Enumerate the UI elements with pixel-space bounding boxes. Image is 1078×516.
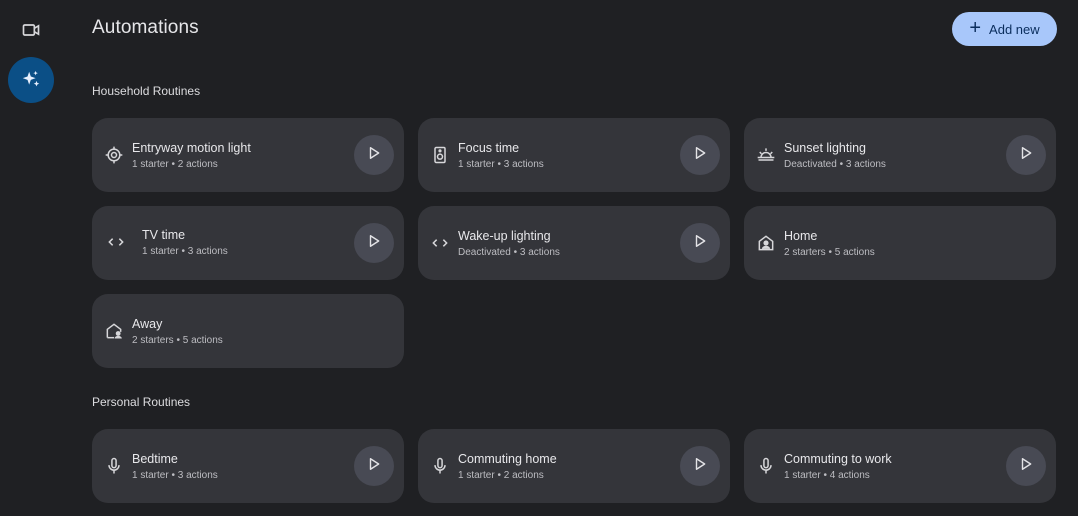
routine-card-away[interactable]: Away 2 starters • 5 actions bbox=[92, 294, 404, 368]
nav-rail bbox=[0, 0, 62, 516]
page-title: Automations bbox=[92, 17, 199, 38]
routine-card-focus-time[interactable]: Focus time 1 starter • 3 actions bbox=[418, 118, 730, 192]
play-icon bbox=[693, 457, 707, 476]
video-camera-icon bbox=[21, 20, 41, 40]
routine-card-entryway-motion-light[interactable]: Entryway motion light 1 starter • 2 acti… bbox=[92, 118, 404, 192]
routine-name: TV time bbox=[142, 228, 186, 242]
routine-name: Bedtime bbox=[132, 452, 178, 466]
section-title-personal: Personal Routines bbox=[92, 395, 191, 409]
routine-name: Commuting to work bbox=[784, 452, 892, 466]
play-icon bbox=[693, 146, 707, 165]
routine-summary: 1 starter • 2 actions bbox=[458, 470, 544, 481]
routine-summary: 2 starters • 5 actions bbox=[132, 335, 223, 346]
automations-page: Automations + Add new Household Routines… bbox=[0, 0, 1078, 516]
play-icon bbox=[1019, 146, 1033, 165]
play-button[interactable] bbox=[354, 446, 394, 486]
routine-card-wake-up-lighting[interactable]: Wake-up lighting Deactivated • 3 actions bbox=[418, 206, 730, 280]
routine-name: Away bbox=[132, 317, 163, 331]
play-icon bbox=[367, 234, 381, 253]
routine-summary: 1 starter • 2 actions bbox=[132, 159, 218, 170]
routine-card-home[interactable]: Home 2 starters • 5 actions bbox=[744, 206, 1056, 280]
routine-name: Focus time bbox=[458, 141, 520, 155]
section-title-household: Household Routines bbox=[92, 84, 201, 98]
routine-name: Wake-up lighting bbox=[458, 229, 551, 243]
nav-automations-button[interactable] bbox=[8, 57, 54, 103]
motion-sensor-icon bbox=[102, 143, 126, 167]
routine-summary: 2 starters • 5 actions bbox=[784, 247, 875, 258]
routine-summary: Deactivated • 3 actions bbox=[784, 159, 886, 170]
play-icon bbox=[693, 234, 707, 253]
away-home-icon bbox=[102, 319, 126, 343]
routine-card-tv-time[interactable]: TV time 1 starter • 3 actions bbox=[92, 206, 404, 280]
routine-summary: 1 starter • 3 actions bbox=[458, 159, 544, 170]
routine-name: Commuting home bbox=[458, 452, 557, 466]
microphone-icon bbox=[102, 454, 126, 478]
play-icon bbox=[1019, 457, 1033, 476]
microphone-icon bbox=[754, 454, 778, 478]
routine-name: Sunset lighting bbox=[784, 141, 867, 155]
play-button[interactable] bbox=[1006, 446, 1046, 486]
routine-card-commuting-home[interactable]: Commuting home 1 starter • 2 actions bbox=[418, 429, 730, 503]
nav-cameras-button[interactable] bbox=[8, 7, 54, 53]
code-brackets-icon bbox=[104, 230, 128, 254]
routine-summary: 1 starter • 3 actions bbox=[142, 246, 228, 257]
routine-name: Entryway motion light bbox=[132, 141, 251, 155]
microphone-icon bbox=[428, 454, 452, 478]
play-button[interactable] bbox=[354, 135, 394, 175]
play-button[interactable] bbox=[680, 223, 720, 263]
speaker-icon bbox=[428, 143, 452, 167]
routine-summary: 1 starter • 3 actions bbox=[132, 470, 218, 481]
play-button[interactable] bbox=[354, 223, 394, 263]
play-button[interactable] bbox=[680, 135, 720, 175]
routine-summary: Deactivated • 3 actions bbox=[458, 247, 560, 258]
play-button[interactable] bbox=[680, 446, 720, 486]
routine-name: Home bbox=[784, 229, 818, 243]
play-icon bbox=[367, 146, 381, 165]
sunset-icon bbox=[754, 143, 778, 167]
sparkle-icon bbox=[20, 69, 42, 91]
routine-card-bedtime[interactable]: Bedtime 1 starter • 3 actions bbox=[92, 429, 404, 503]
routine-summary: 1 starter • 4 actions bbox=[784, 470, 870, 481]
play-button[interactable] bbox=[1006, 135, 1046, 175]
routine-card-sunset-lighting[interactable]: Sunset lighting Deactivated • 3 actions bbox=[744, 118, 1056, 192]
play-icon bbox=[367, 457, 381, 476]
add-new-button[interactable]: + Add new bbox=[952, 12, 1057, 46]
home-person-icon bbox=[754, 231, 778, 255]
code-brackets-icon bbox=[428, 231, 452, 255]
plus-icon: + bbox=[969, 17, 982, 39]
add-new-label: Add new bbox=[989, 21, 1040, 37]
routine-card-commuting-to-work[interactable]: Commuting to work 1 starter • 4 actions bbox=[744, 429, 1056, 503]
